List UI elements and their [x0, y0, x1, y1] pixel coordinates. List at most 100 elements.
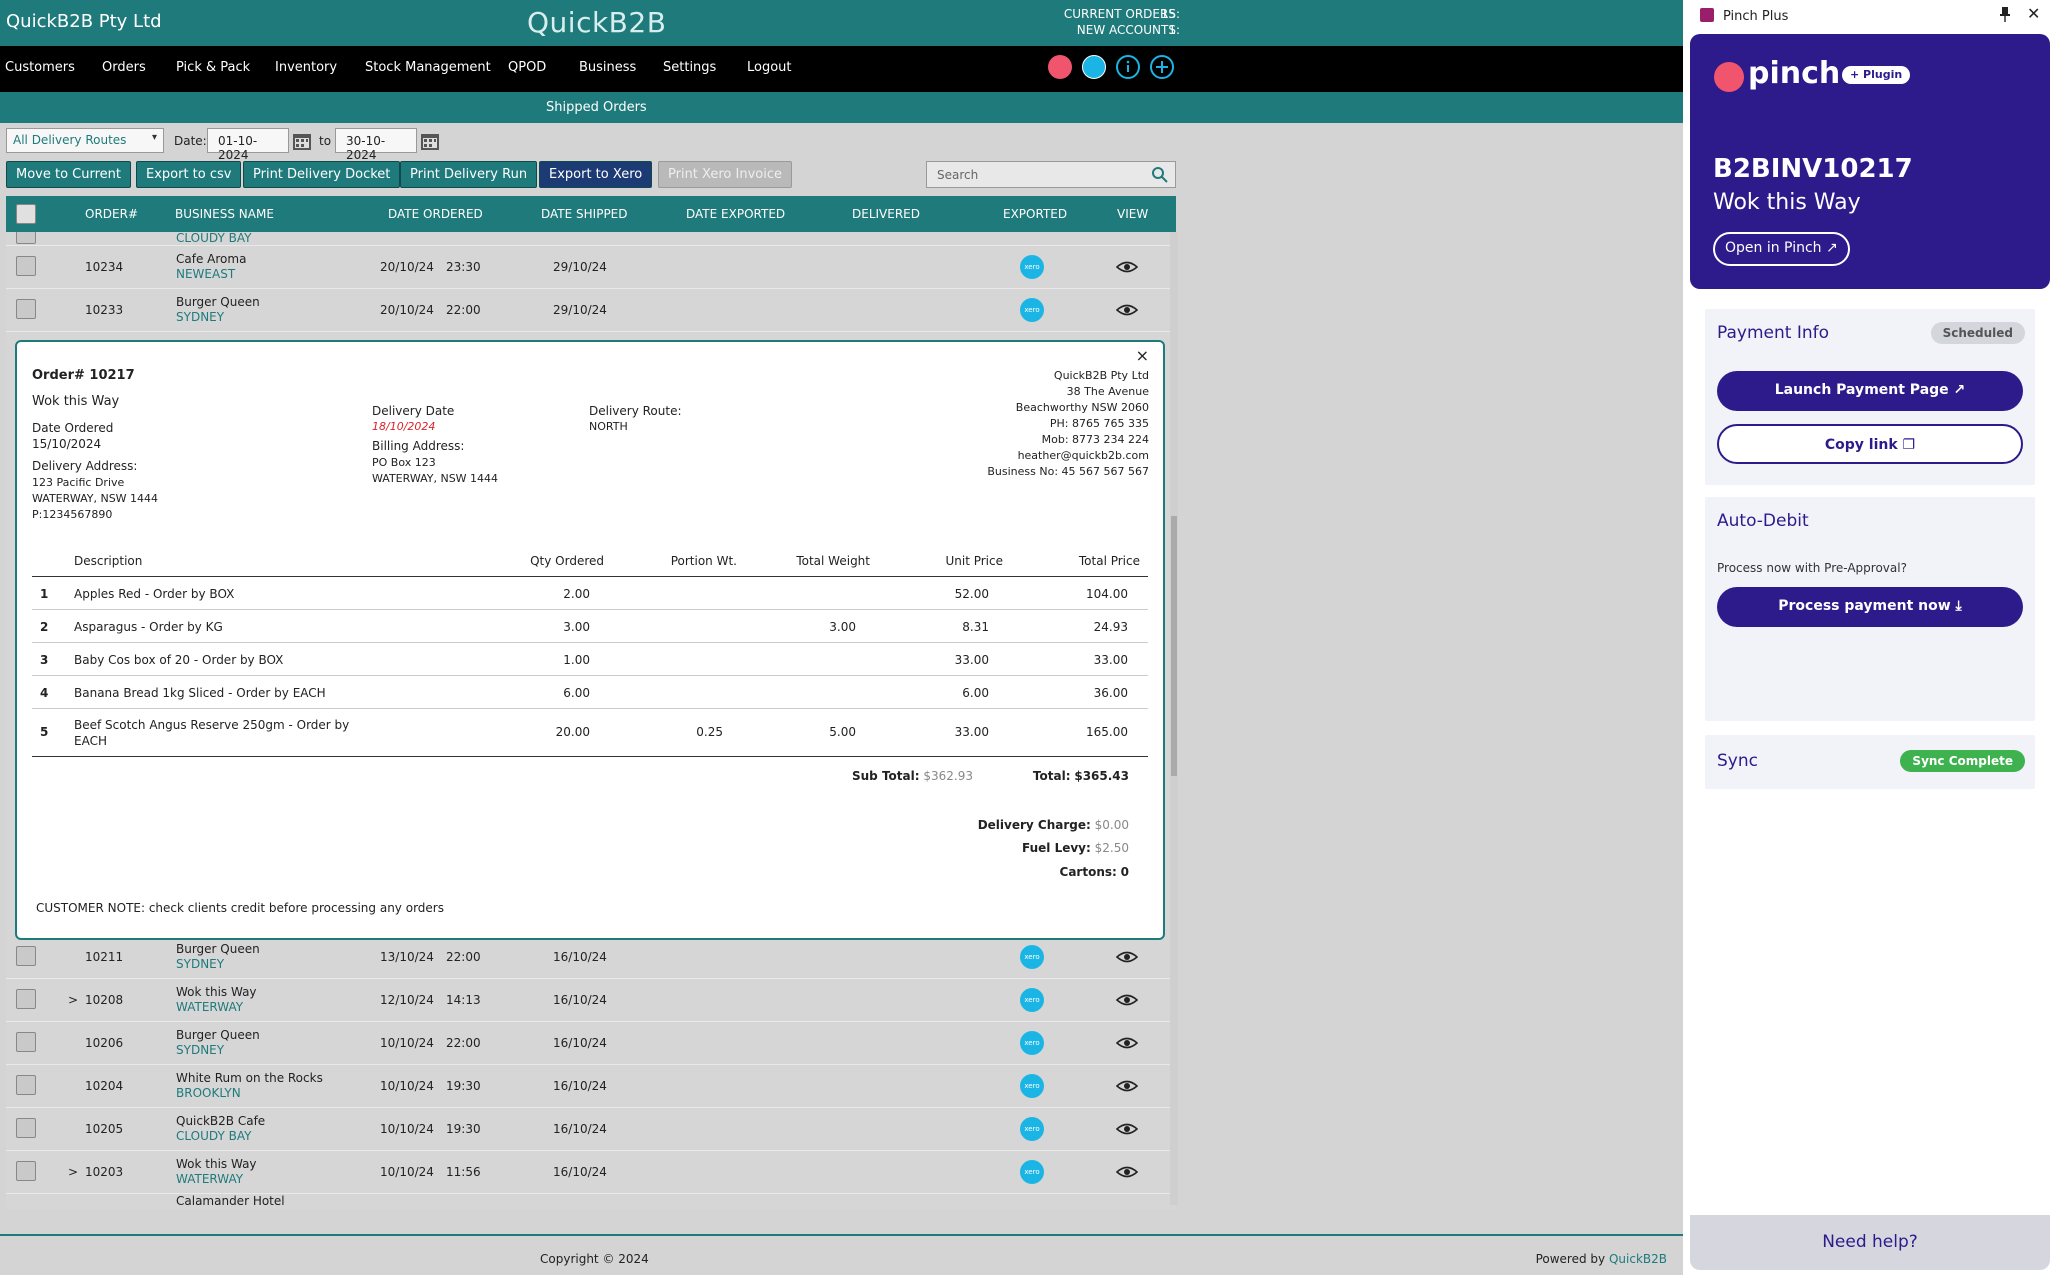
- xero-icon[interactable]: [1082, 55, 1106, 79]
- invoice-customer: Wok this Way: [1713, 190, 1861, 215]
- row-business-name: White Rum on the Rocks: [176, 1071, 323, 1085]
- nav-customers[interactable]: Customers: [5, 60, 75, 75]
- xero-icon[interactable]: xero: [1020, 988, 1044, 1012]
- search-icon[interactable]: [1151, 166, 1169, 184]
- eye-icon[interactable]: [1116, 948, 1138, 966]
- eye-icon[interactable]: [1116, 1077, 1138, 1095]
- seller-line: Mob: 8773 234 224: [1041, 433, 1149, 446]
- table-row[interactable]: 10233 Burger Queen SYDNEY 20/10/24 22:00 …: [6, 289, 1170, 332]
- nav-pick-pack[interactable]: Pick & Pack: [176, 60, 250, 75]
- row-checkbox[interactable]: [16, 946, 36, 966]
- date-from-input[interactable]: 01-10-2024: [207, 128, 289, 162]
- close-icon[interactable]: ✕: [2027, 4, 2040, 23]
- nav-qpod[interactable]: QPOD: [508, 60, 546, 75]
- row-order: 10233: [85, 303, 124, 317]
- copyright: Copyright © 2024: [540, 1252, 649, 1266]
- col-date-ordered[interactable]: DATE ORDERED: [388, 207, 483, 221]
- calendar-icon[interactable]: [419, 130, 441, 152]
- print-delivery-docket-button[interactable]: Print Delivery Docket: [243, 161, 401, 188]
- table-row[interactable]: 10204 White Rum on the Rocks BROOKLYN 10/…: [6, 1065, 1170, 1108]
- table-scroll-thumb[interactable]: [1171, 516, 1177, 776]
- search-input[interactable]: Search: [937, 168, 978, 182]
- xero-icon[interactable]: xero: [1020, 298, 1044, 322]
- xero-icon[interactable]: xero: [1020, 1117, 1044, 1141]
- export-xero-button[interactable]: Export to Xero: [539, 161, 653, 188]
- launch-payment-page-button[interactable]: Launch Payment Page ↗: [1717, 371, 2023, 411]
- xero-icon[interactable]: xero: [1020, 255, 1044, 279]
- nav-stock-management[interactable]: Stock Management: [365, 60, 491, 75]
- delivery-charge-value: $0.00: [1094, 818, 1129, 832]
- eye-icon[interactable]: [1116, 258, 1138, 276]
- fuel-levy-value: $2.50: [1094, 841, 1129, 855]
- nav-orders[interactable]: Orders: [102, 60, 146, 75]
- table-row[interactable]: Calamander Hotel: [6, 1194, 1170, 1205]
- move-to-current-button[interactable]: Move to Current: [6, 161, 132, 188]
- route-label: Delivery Route:: [589, 404, 682, 418]
- eye-icon[interactable]: [1116, 991, 1138, 1009]
- item-total-price: 36.00: [1093, 686, 1128, 700]
- xero-icon[interactable]: xero: [1020, 1160, 1044, 1184]
- col-exported[interactable]: EXPORTED: [1003, 207, 1067, 221]
- process-payment-button[interactable]: Process payment now ⤓: [1717, 587, 2023, 627]
- table-row[interactable]: 10211 Burger Queen SYDNEY 13/10/24 22:00 …: [6, 936, 1170, 979]
- close-icon[interactable]: ×: [1136, 346, 1149, 365]
- eye-icon[interactable]: [1116, 1120, 1138, 1138]
- app-logo[interactable]: QuickB2B: [527, 6, 666, 39]
- nav-inventory[interactable]: Inventory: [275, 60, 337, 75]
- col-description: Description: [74, 554, 143, 568]
- export-csv-button[interactable]: Export to csv: [136, 161, 242, 188]
- table-row[interactable]: 10234 Cafe Aroma NEWEAST 20/10/24 23:30 2…: [6, 246, 1170, 289]
- info-icon[interactable]: [1116, 55, 1140, 79]
- table-row[interactable]: CLOUDY BAY: [6, 232, 1170, 246]
- row-shipped: 16/10/24: [553, 1122, 607, 1136]
- eye-icon[interactable]: [1116, 1163, 1138, 1181]
- col-business[interactable]: BUSINESS NAME: [175, 207, 274, 221]
- col-delivered[interactable]: DELIVERED: [852, 207, 920, 221]
- col-order[interactable]: ORDER#: [85, 207, 138, 221]
- table-row[interactable]: 10205 QuickB2B Cafe CLOUDY BAY 10/10/24 1…: [6, 1108, 1170, 1151]
- xero-icon[interactable]: xero: [1020, 1074, 1044, 1098]
- expand-toggle[interactable]: >: [68, 993, 78, 1007]
- row-order: 10234: [85, 260, 124, 274]
- col-date-exported[interactable]: DATE EXPORTED: [686, 207, 785, 221]
- date-to-input[interactable]: 30-10-2024: [335, 128, 417, 162]
- nav-business[interactable]: Business: [579, 60, 636, 75]
- nav-settings[interactable]: Settings: [663, 60, 716, 75]
- row-checkbox[interactable]: [16, 1161, 36, 1181]
- row-checkbox[interactable]: [16, 256, 36, 276]
- row-checkbox[interactable]: [16, 1032, 36, 1052]
- eye-icon[interactable]: [1116, 1034, 1138, 1052]
- need-help-link[interactable]: Need help?: [1690, 1215, 2050, 1270]
- pin-icon[interactable]: [1998, 6, 2012, 22]
- route-value: NORTH: [589, 420, 628, 433]
- powered-by-link[interactable]: QuickB2B: [1609, 1252, 1667, 1266]
- copy-link-label: Copy link: [1824, 437, 1898, 453]
- search-box[interactable]: Search: [926, 161, 1176, 188]
- table-row[interactable]: 10206 Burger Queen SYDNEY 10/10/24 22:00 …: [6, 1022, 1170, 1065]
- xero-icon[interactable]: xero: [1020, 1031, 1044, 1055]
- select-all-checkbox[interactable]: [16, 204, 36, 224]
- copy-link-button[interactable]: Copy link ❐: [1717, 424, 2023, 464]
- col-date-shipped[interactable]: DATE SHIPPED: [541, 207, 628, 221]
- print-delivery-run-button[interactable]: Print Delivery Run: [400, 161, 538, 188]
- route-select[interactable]: All Delivery Routes ▾: [6, 128, 164, 153]
- powered-by-label: Powered by: [1535, 1252, 1606, 1266]
- expand-toggle[interactable]: >: [68, 1165, 78, 1179]
- xero-icon[interactable]: xero: [1020, 945, 1044, 969]
- item-total-price: 24.93: [1093, 620, 1128, 634]
- row-checkbox[interactable]: [16, 1075, 36, 1095]
- nav-logout[interactable]: Logout: [747, 60, 792, 75]
- table-row[interactable]: > 10208 Wok this Way WATERWAY 12/10/24 14…: [6, 979, 1170, 1022]
- row-checkbox[interactable]: [16, 299, 36, 319]
- row-checkbox[interactable]: [16, 232, 36, 244]
- row-checkbox[interactable]: [16, 1118, 36, 1138]
- add-icon[interactable]: [1150, 55, 1174, 79]
- eye-icon[interactable]: [1116, 301, 1138, 319]
- row-business: QuickB2B Cafe CLOUDY BAY: [176, 1114, 265, 1144]
- row-checkbox[interactable]: [16, 989, 36, 1009]
- col-view[interactable]: VIEW: [1117, 207, 1148, 221]
- open-in-pinch-button[interactable]: Open in Pinch ↗: [1713, 232, 1850, 266]
- table-row[interactable]: > 10203 Wok this Way WATERWAY 10/10/24 11…: [6, 1151, 1170, 1194]
- calendar-icon[interactable]: [291, 130, 313, 152]
- pinch-icon[interactable]: [1048, 55, 1072, 79]
